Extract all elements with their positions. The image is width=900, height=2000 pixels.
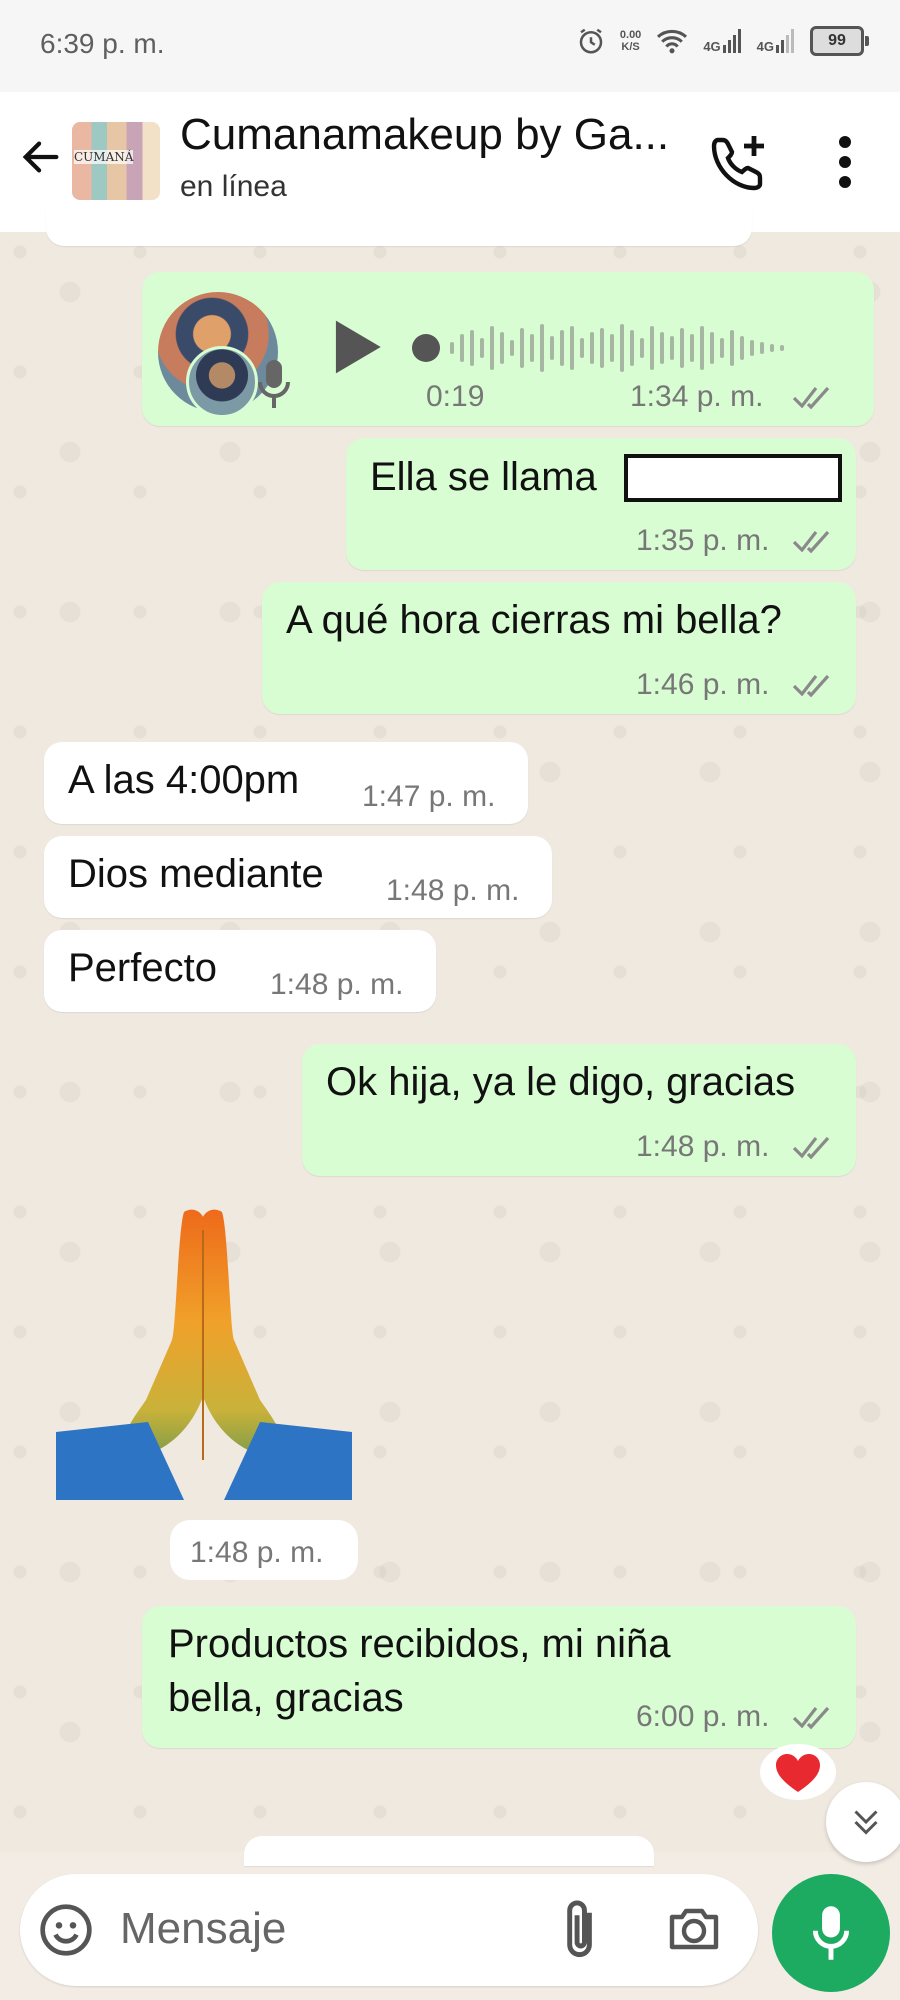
message-time: 1:48 p. m. (190, 1536, 324, 1569)
wifi-icon (657, 29, 688, 54)
message-time: 1:46 p. m. (636, 668, 770, 701)
message-input[interactable]: Mensaje (120, 1904, 286, 1954)
status-time: 6:39 p. m. (40, 28, 165, 59)
voice-record-button[interactable] (772, 1874, 890, 1992)
message-text: Ok hija, ya le digo, gracias (326, 1060, 796, 1104)
message-time: 1:48 p. m. (386, 874, 520, 907)
signal-bars-icon (776, 29, 794, 53)
message-text-line1: Productos recibidos, mi niña (168, 1622, 671, 1666)
double-check-icon (792, 1136, 830, 1160)
voice-sender-avatar-small (186, 346, 258, 418)
message-text: A las 4:00pm (68, 758, 300, 802)
emoji-icon[interactable] (38, 1902, 94, 1958)
folded-hands-emoji[interactable] (56, 1200, 352, 1500)
message-time: 1:34 p. m. (630, 380, 764, 413)
audio-waveform[interactable] (410, 320, 820, 376)
heart-reaction-icon[interactable] (758, 1742, 838, 1802)
camera-icon[interactable] (666, 1904, 722, 1954)
message-time: 1:48 p. m. (636, 1130, 770, 1163)
double-check-icon (792, 674, 830, 698)
message-bubble-partial (244, 1836, 654, 1866)
message-text: Dios mediante (68, 852, 324, 896)
contact-status: en línea (180, 170, 287, 203)
attach-icon[interactable] (560, 1898, 604, 1962)
more-options-icon[interactable] (830, 132, 860, 192)
contact-name[interactable]: Cumanamakeup by Ga... (180, 110, 669, 160)
voice-duration: 0:19 (426, 380, 485, 413)
signal-2: 4G (757, 29, 796, 53)
microphone-icon (812, 1906, 850, 1960)
net-speed: 0.00 K/S (619, 29, 642, 53)
battery-icon: 99 (810, 26, 869, 56)
microphone-icon (258, 360, 290, 408)
message-text: A qué hora cierras mi bella? (286, 598, 782, 642)
back-arrow-icon[interactable] (18, 134, 64, 180)
message-text-line2: bella, gracias (168, 1676, 404, 1720)
message-time: 1:35 p. m. (636, 524, 770, 557)
redacted-name-box (624, 454, 842, 502)
signal-1: 4G (703, 29, 742, 53)
alarm-icon (579, 28, 603, 54)
play-icon[interactable] (330, 318, 384, 376)
message-text: Perfecto (68, 946, 217, 990)
message-time: 1:47 p. m. (362, 780, 496, 813)
message-text: Ella se llama (370, 455, 597, 499)
contact-avatar[interactable]: CUMANÁ (72, 122, 160, 200)
message-time: 6:00 p. m. (636, 1700, 770, 1733)
message-input-bar: Mensaje (20, 1874, 758, 1986)
message-time: 1:48 p. m. (270, 968, 404, 1001)
signal-bars-icon (722, 29, 741, 53)
double-check-icon (792, 386, 830, 410)
double-check-icon (792, 1706, 830, 1730)
add-call-icon[interactable] (710, 132, 766, 192)
double-check-icon (792, 530, 830, 554)
status-icons: 0.00 K/S 4G 4G 99 (576, 26, 869, 56)
double-chevron-down-icon (854, 1810, 878, 1835)
status-bar: 6:39 p. m. 0.00 K/S 4G 4G 99 (0, 0, 900, 92)
scroll-to-bottom-button[interactable] (826, 1782, 900, 1862)
message-bubble-partial (46, 210, 752, 246)
